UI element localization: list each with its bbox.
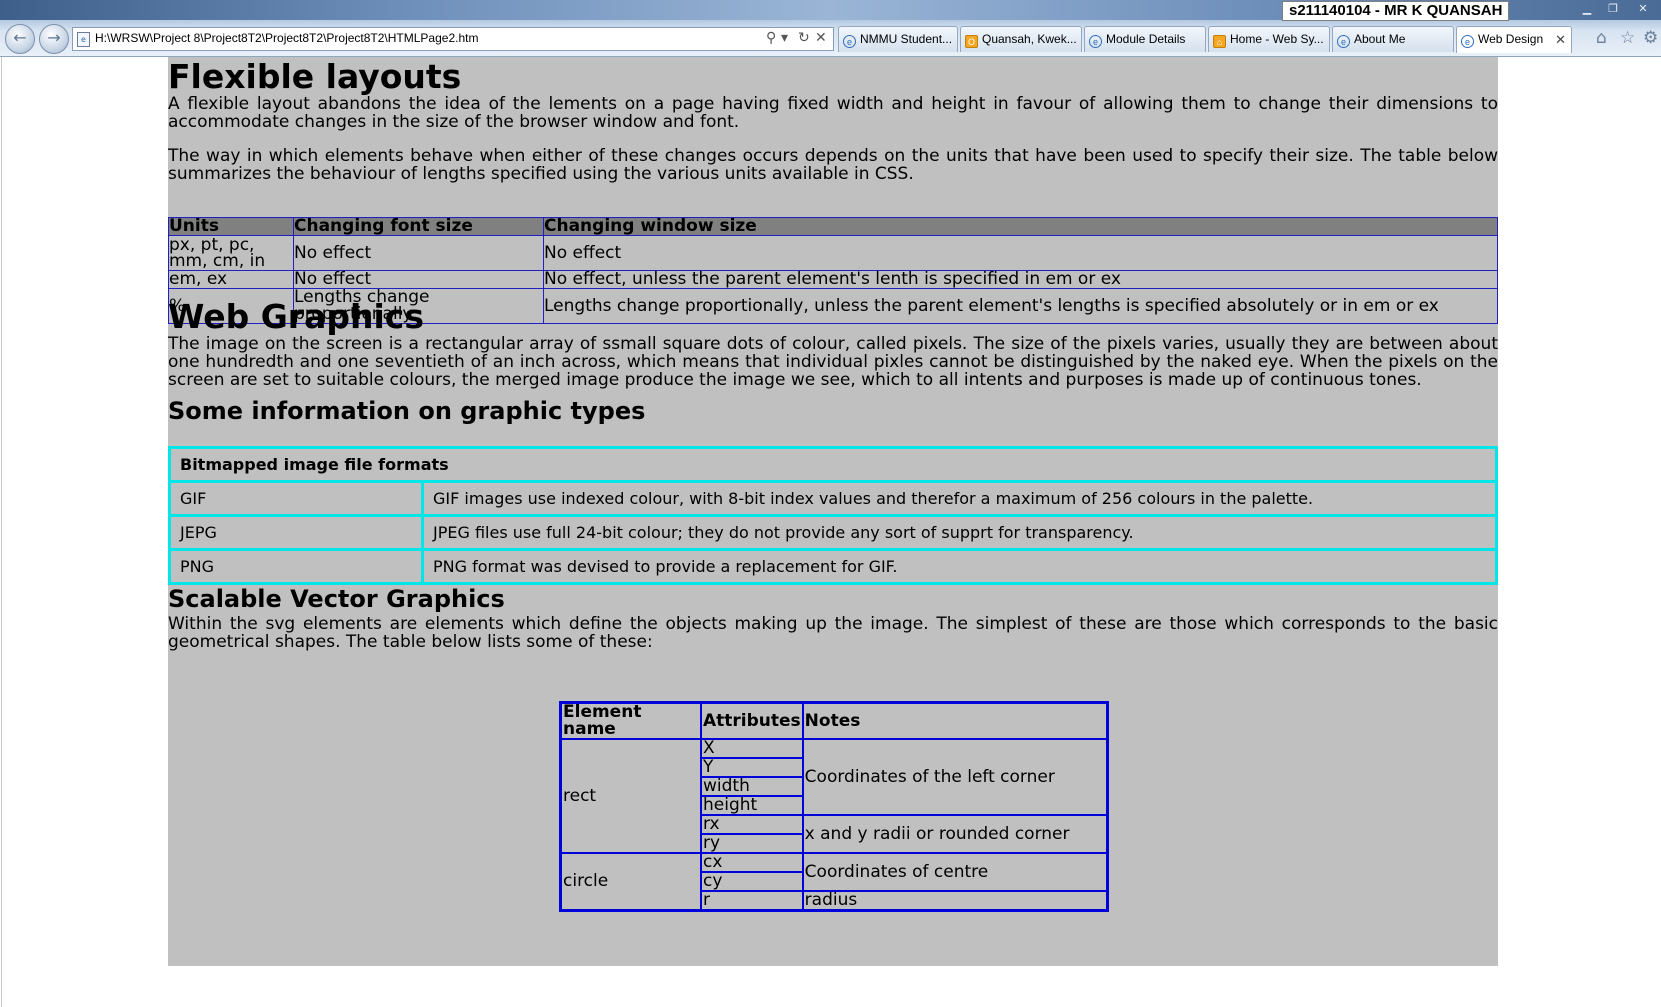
- table-row: em, ex No effect No effect, unless the p…: [168, 270, 1498, 289]
- table-cell: Coordinates of the left corner: [801, 738, 1109, 816]
- table-cell: width: [700, 776, 804, 797]
- table-cell: X: [700, 738, 804, 759]
- table-cell-rect: rect: [559, 738, 702, 854]
- table-cell: JEPG: [168, 514, 424, 551]
- paragraph-flexible-1: A flexible layout abandons the idea of t…: [168, 94, 1498, 132]
- forward-button[interactable]: →: [39, 24, 69, 54]
- heading-flexible-layouts: Flexible layouts: [168, 57, 462, 96]
- table-row: GIF GIF images use indexed colour, with …: [168, 480, 1498, 517]
- table-cell: r: [700, 890, 804, 912]
- ie-icon: e: [1337, 35, 1350, 48]
- content-area: Flexible layouts A flexible layout aband…: [168, 57, 1498, 966]
- user-badge: s211140104 - MR K QUANSAH: [1282, 1, 1510, 21]
- table-cell-circle: circle: [559, 852, 702, 912]
- table-cell: PNG: [168, 548, 424, 585]
- outlook-icon: O: [965, 35, 978, 48]
- tab-nmmu-student[interactable]: e NMMU Student...: [838, 26, 958, 52]
- table-header: Changing font size: [293, 217, 544, 236]
- table-cell: PNG format was devised to provide a repl…: [421, 548, 1498, 585]
- table-header: Notes: [801, 701, 1109, 740]
- table-header-row: Element name Attributes Notes: [559, 701, 1109, 740]
- heading-web-graphics: Web Graphics: [168, 297, 424, 336]
- table-cell: cx: [700, 852, 804, 873]
- table-cell: JPEG files use full 24-bit colour; they …: [421, 514, 1498, 551]
- table-cell: No effect: [293, 235, 544, 271]
- address-bar[interactable]: e H:\WRSW\Project 8\Project8T2\Project8T…: [72, 27, 834, 51]
- table-cell: No effect: [543, 235, 1498, 271]
- back-arrow-icon: ←: [13, 28, 27, 47]
- table-row: circle cx Coordinates of centre: [559, 852, 1109, 912]
- table-row: px, pt, pc, mm, cm, in No effect No effe…: [168, 235, 1498, 271]
- home-icon: ⌂: [1213, 35, 1226, 48]
- table-cell: No effect, unless the parent element's l…: [543, 270, 1498, 289]
- page-icon: e: [77, 32, 90, 47]
- table-cell: em, ex: [168, 270, 294, 289]
- table-cell: height: [700, 795, 804, 816]
- ie-icon: e: [1089, 35, 1102, 48]
- home-icon[interactable]: ⌂: [1596, 28, 1607, 48]
- table-cell: Coordinates of centre: [801, 852, 1109, 892]
- forward-arrow-icon: →: [47, 28, 61, 47]
- tab-about-me[interactable]: e About Me: [1332, 26, 1454, 52]
- settings-gear-icon[interactable]: ⚙: [1643, 28, 1658, 48]
- tab-web-design[interactable]: e Web Design ✕: [1456, 26, 1572, 53]
- table-row: PNG PNG format was devised to provide a …: [168, 548, 1498, 585]
- table-cell: rx: [700, 814, 804, 835]
- table-header: Units: [168, 217, 294, 236]
- close-window-icon[interactable]: ✕: [1633, 2, 1653, 17]
- table-caption: Bitmapped image file formats: [168, 446, 1498, 483]
- formats-table: Bitmapped image file formats GIF GIF ima…: [168, 446, 1498, 585]
- page-viewport: Flexible layouts A flexible layout aband…: [0, 57, 1661, 1007]
- table-row: JEPG JPEG files use full 24-bit colour; …: [168, 514, 1498, 551]
- ie-icon: e: [1461, 35, 1474, 48]
- back-button[interactable]: ←: [5, 24, 35, 54]
- table-caption-row: Bitmapped image file formats: [168, 446, 1498, 483]
- restore-icon[interactable]: ❐: [1603, 2, 1623, 17]
- table-header: Changing window size: [543, 217, 1498, 236]
- heading-svg: Scalable Vector Graphics: [168, 585, 505, 613]
- table-row: rect X Coordinates of the left corner: [559, 738, 1109, 854]
- table-cell: Y: [700, 757, 804, 778]
- close-tab-icon[interactable]: ✕: [1555, 27, 1566, 52]
- title-bar: s211140104 - MR K QUANSAH ▁ ❐ ✕: [0, 0, 1661, 21]
- table-cell: px, pt, pc, mm, cm, in: [168, 235, 294, 271]
- table-cell: No effect: [293, 270, 544, 289]
- favorites-star-icon[interactable]: ☆: [1620, 28, 1635, 48]
- address-input[interactable]: H:\WRSW\Project 8\Project8T2\Project8T2\…: [95, 31, 478, 45]
- paragraph-svg: Within the svg elements are elements whi…: [168, 614, 1498, 652]
- table-header-row: Units Changing font size Changing window…: [168, 217, 1498, 236]
- svg-elements-table: Element name Attributes Notes rect X Coo…: [559, 701, 1109, 912]
- ie-icon: e: [843, 35, 856, 48]
- table-header: Attributes: [700, 701, 804, 740]
- table-cell: GIF images use indexed colour, with 8-bi…: [421, 480, 1498, 517]
- browser-chrome: s211140104 - MR K QUANSAH ▁ ❐ ✕ ← → e H:…: [0, 0, 1661, 57]
- tab-module-details[interactable]: e Module Details: [1084, 26, 1206, 52]
- table-cell: radius: [801, 890, 1109, 912]
- search-icon[interactable]: ⚲: [766, 30, 776, 46]
- table-cell: GIF: [168, 480, 424, 517]
- heading-graphic-types: Some information on graphic types: [168, 397, 646, 425]
- minimize-icon[interactable]: ▁: [1577, 2, 1597, 17]
- paragraph-web-graphics: The image on the screen is a rectangular…: [168, 334, 1498, 390]
- table-cell: x and y radii or rounded corner: [801, 814, 1109, 854]
- table-cell: cy: [700, 871, 804, 892]
- viewport-edge: [1, 57, 2, 1007]
- refresh-icon[interactable]: ↻: [798, 30, 810, 46]
- dropdown-icon[interactable]: ▾: [781, 30, 788, 46]
- tab-quansah[interactable]: O Quansah, Kwek...: [960, 26, 1082, 52]
- tab-home-web-sy[interactable]: ⌂ Home - Web Sy...: [1208, 26, 1330, 52]
- stop-icon[interactable]: ✕: [815, 30, 827, 46]
- paragraph-flexible-2: The way in which elements behave when ei…: [168, 146, 1498, 184]
- table-header: Element name: [559, 701, 702, 740]
- table-cell: ry: [700, 833, 804, 854]
